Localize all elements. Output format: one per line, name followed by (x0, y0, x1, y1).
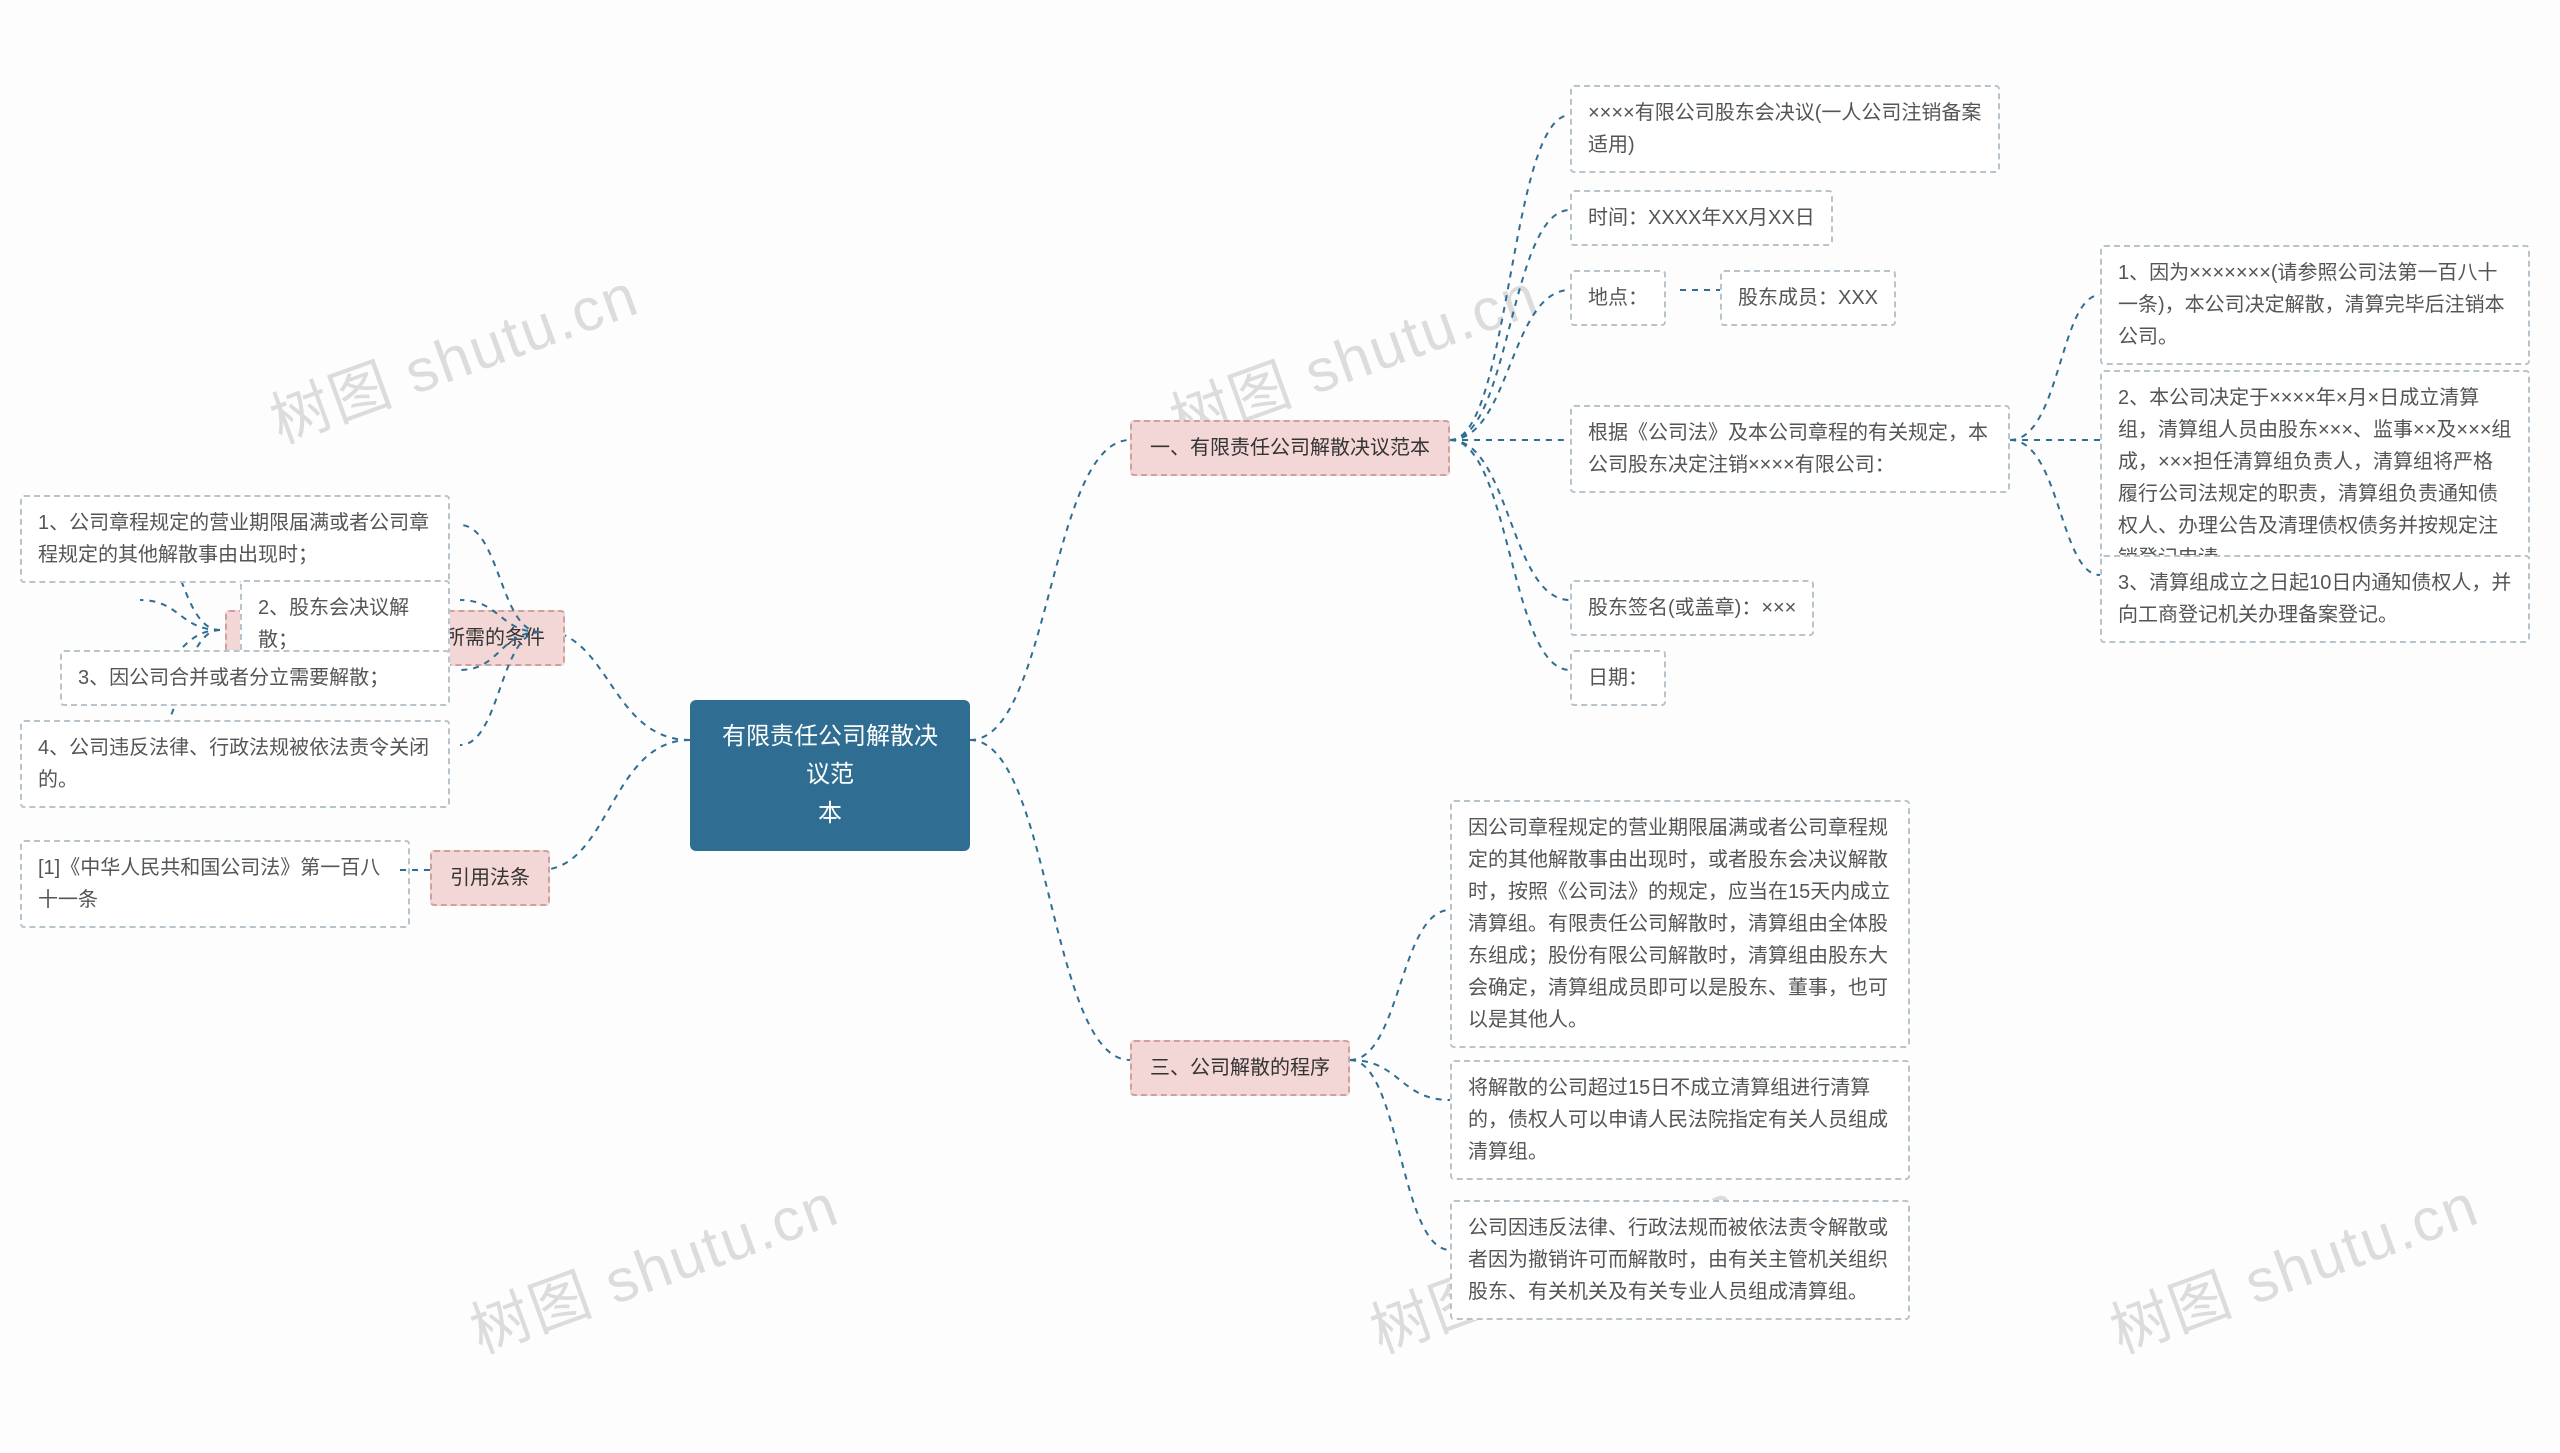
watermark: 树图 shutu.cn (257, 247, 649, 461)
root-line1: 有限责任公司解散决议范 (722, 723, 938, 788)
s2-item-3[interactable]: 3、因公司合并或者分立需要解散； (60, 650, 450, 706)
s3-item-2[interactable]: 将解散的公司超过15日不成立清算组进行清算的，债权人可以申请人民法院指定有关人员… (1450, 1060, 1910, 1180)
s3-item-1[interactable]: 因公司章程规定的营业期限届满或者公司章程规定的其他解散事由出现时，或者股东会决议… (1450, 800, 1910, 1048)
root-node[interactable]: 有限责任公司解散决议范 本 (690, 700, 970, 851)
s1-item-basis[interactable]: 根据《公司法》及本公司章程的有关规定，本公司股东决定注销××××有限公司： (1570, 405, 2010, 493)
s1-item-time[interactable]: 时间：XXXX年XX月XX日 (1570, 190, 1833, 246)
s2-item-4[interactable]: 4、公司违反法律、行政法规被依法责令关闭的。 (20, 720, 450, 808)
s1-item-date[interactable]: 日期： (1570, 650, 1666, 706)
section-3-title[interactable]: 三、公司解散的程序 (1130, 1040, 1350, 1096)
s1-item-resolution-header[interactable]: ××××有限公司股东会决议(一人公司注销备案适用) (1570, 85, 2000, 173)
watermark: 树图 shutu.cn (2097, 1157, 2489, 1371)
root-line2: 本 (818, 800, 842, 827)
s3-item-3[interactable]: 公司因违反法律、行政法规而被依法责令解散或者因为撤销许可而解散时，由有关主管机关… (1450, 1200, 1910, 1320)
section-1-title[interactable]: 一、有限责任公司解散决议范本 (1130, 420, 1450, 476)
s1-detail-2[interactable]: 2、本公司决定于××××年×月×日成立清算组，清算组人员由股东×××、监事××及… (2100, 370, 2530, 586)
s1-item-shareholders[interactable]: 股东成员：XXX (1720, 270, 1896, 326)
s1-detail-3[interactable]: 3、清算组成立之日起10日内通知债权人，并向工商登记机关办理备案登记。 (2100, 555, 2530, 643)
s4-item-1[interactable]: [1]《中华人民共和国公司法》第一百八十一条 (20, 840, 410, 928)
s2-item-1[interactable]: 1、公司章程规定的营业期限届满或者公司章程规定的其他解散事由出现时； (20, 495, 450, 583)
s1-item-location[interactable]: 地点： (1570, 270, 1666, 326)
watermark: 树图 shutu.cn (457, 1157, 849, 1371)
s1-detail-1[interactable]: 1、因为×××××××(请参照公司法第一百八十一条)，本公司决定解散，清算完毕后… (2100, 245, 2530, 365)
section-4-title[interactable]: 引用法条 (430, 850, 550, 906)
s1-item-signature[interactable]: 股东签名(或盖章)：××× (1570, 580, 1814, 636)
